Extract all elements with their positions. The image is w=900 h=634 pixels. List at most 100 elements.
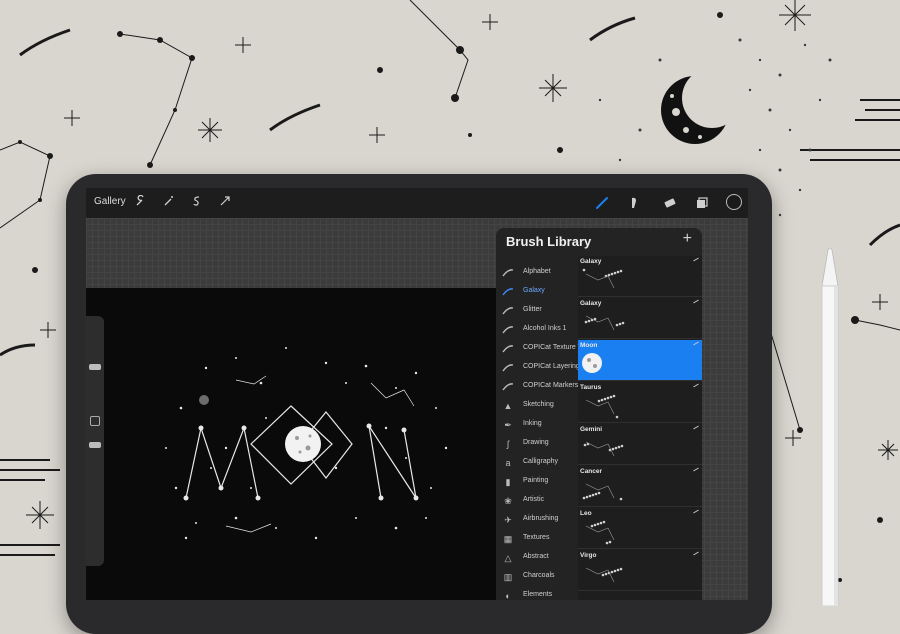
brush-preview <box>578 560 702 590</box>
opacity-slider[interactable] <box>89 442 101 448</box>
smudge-icon[interactable] <box>626 195 642 211</box>
brush-preview <box>578 518 702 548</box>
brush-name: Gemini <box>580 426 603 433</box>
category-label: Inking <box>523 420 542 427</box>
category-icon: ✈ <box>504 515 512 525</box>
category-label: Alcohol Inks 1 <box>523 325 567 332</box>
brush-category-item[interactable]: COPICat Markers <box>500 378 578 396</box>
brush-item[interactable]: Taurus <box>578 382 702 423</box>
brush-category-item[interactable]: ▦ Textures <box>500 530 578 548</box>
category-icon: ◐ <box>505 591 511 600</box>
brush-category-item[interactable]: ✈ Airbrushing <box>500 511 578 529</box>
brush-preview <box>578 308 702 338</box>
brush-item[interactable]: Virgo <box>578 550 702 591</box>
left-sidebar <box>86 316 104 566</box>
brush-category-item[interactable]: ◐ Elements <box>500 587 578 600</box>
category-label: Sketching <box>523 401 554 408</box>
moon-constellation-artwork <box>165 347 448 540</box>
wrench-icon[interactable] <box>134 194 148 209</box>
category-icon: ʃ <box>507 439 509 449</box>
magic-wand-icon[interactable] <box>162 195 176 209</box>
stylus-pencil <box>821 247 839 606</box>
category-label: Galaxy <box>523 287 545 294</box>
category-icon <box>502 267 514 279</box>
add-brush-button[interactable]: + <box>683 230 692 248</box>
brush-category-item[interactable]: ✒ Inking <box>500 416 578 434</box>
brush-category-item[interactable]: ▥ Charcoals <box>500 568 578 586</box>
brush-stroke-mark <box>693 299 699 304</box>
category-icon <box>502 362 514 374</box>
category-icon <box>502 324 514 336</box>
category-label: Painting <box>523 477 549 484</box>
category-icon <box>502 305 514 317</box>
brush-name: Moon <box>580 342 598 349</box>
brush-category-item[interactable]: COPICat Texture Tools <box>500 340 594 358</box>
brush-stroke-mark <box>693 257 699 262</box>
category-icon <box>502 286 514 298</box>
top-toolbar: Gallery <box>86 188 748 218</box>
drawing-canvas[interactable] <box>86 288 496 600</box>
category-icon: ✒ <box>504 420 512 430</box>
selection-icon[interactable] <box>190 195 204 209</box>
layers-icon[interactable] <box>694 195 710 211</box>
category-label: Elements <box>523 591 553 598</box>
category-label: Drawing <box>523 439 549 446</box>
category-label: Charcoals <box>523 572 555 579</box>
brush-stroke-mark <box>693 425 699 430</box>
brush-preview <box>578 350 702 380</box>
modify-button[interactable] <box>90 416 100 426</box>
constellation-line <box>119 33 193 166</box>
color-swatch[interactable] <box>726 194 742 210</box>
category-label: Calligraphy <box>523 458 559 465</box>
brush-preview <box>578 266 702 296</box>
category-icon <box>502 381 514 393</box>
brush-preview <box>578 476 702 506</box>
brush-category-item[interactable]: Alphabet <box>500 264 578 282</box>
brush-item[interactable]: Galaxy <box>578 298 702 339</box>
category-label: COPICat Layering <box>523 363 580 370</box>
brush-category-item[interactable]: Alcohol Inks 1 <box>500 321 578 339</box>
brush-item[interactable]: Galaxy <box>578 256 702 297</box>
eraser-icon[interactable] <box>662 195 678 211</box>
brush-category-item[interactable]: △ Abstract <box>500 549 578 567</box>
brush-name: Virgo <box>580 552 597 559</box>
brush-name: Leo <box>580 510 592 517</box>
brush-category-item[interactable]: Galaxy <box>500 283 578 301</box>
gallery-button[interactable]: Gallery <box>94 196 126 207</box>
brush-category-item[interactable]: COPICat Layering <box>500 359 580 377</box>
category-icon <box>502 343 514 355</box>
brush-category-item[interactable]: Glitter <box>500 302 578 320</box>
category-icon: ▦ <box>503 534 513 544</box>
brush-name: Galaxy <box>580 258 602 265</box>
brush-category-item[interactable]: ▲ Sketching <box>500 397 578 415</box>
brush-stroke-mark <box>693 467 699 472</box>
category-icon: ❀ <box>504 496 512 506</box>
brush-category-item[interactable]: ▮ Painting <box>500 473 578 491</box>
brush-preview <box>578 434 702 464</box>
brush-library-panel: Brush Library + Alphabet Galaxy Glitter Alc… <box>496 228 702 600</box>
brush-library-title: Brush Library <box>506 234 592 249</box>
category-label: Airbrushing <box>523 515 559 522</box>
brush-category-item[interactable]: a Calligraphy <box>500 454 578 472</box>
brush-item[interactable]: Gemini <box>578 424 702 465</box>
brush-icon[interactable] <box>594 195 610 211</box>
category-icon: △ <box>504 553 512 563</box>
brush-category-item[interactable]: ʃ Drawing <box>500 435 578 453</box>
crescent-moon-icon <box>661 68 742 144</box>
brush-item[interactable]: Cancer <box>578 466 702 507</box>
brush-stroke-mark <box>693 551 699 556</box>
full-moon-icon <box>285 426 321 462</box>
brush-stroke-mark <box>693 509 699 514</box>
category-label: Alphabet <box>523 268 551 275</box>
brush-item[interactable]: Moon <box>578 340 702 381</box>
category-label: COPICat Markers <box>523 382 579 389</box>
category-label: Textures <box>523 534 550 541</box>
brush-name: Galaxy <box>580 300 602 307</box>
brush-name: Cancer <box>580 468 603 475</box>
brush-item[interactable]: Leo <box>578 508 702 549</box>
category-icon: a <box>505 458 511 468</box>
category-label: Glitter <box>523 306 542 313</box>
brush-category-item[interactable]: ❀ Artistic <box>500 492 578 510</box>
transform-arrow-icon[interactable] <box>218 195 232 209</box>
brush-size-slider[interactable] <box>89 364 101 370</box>
